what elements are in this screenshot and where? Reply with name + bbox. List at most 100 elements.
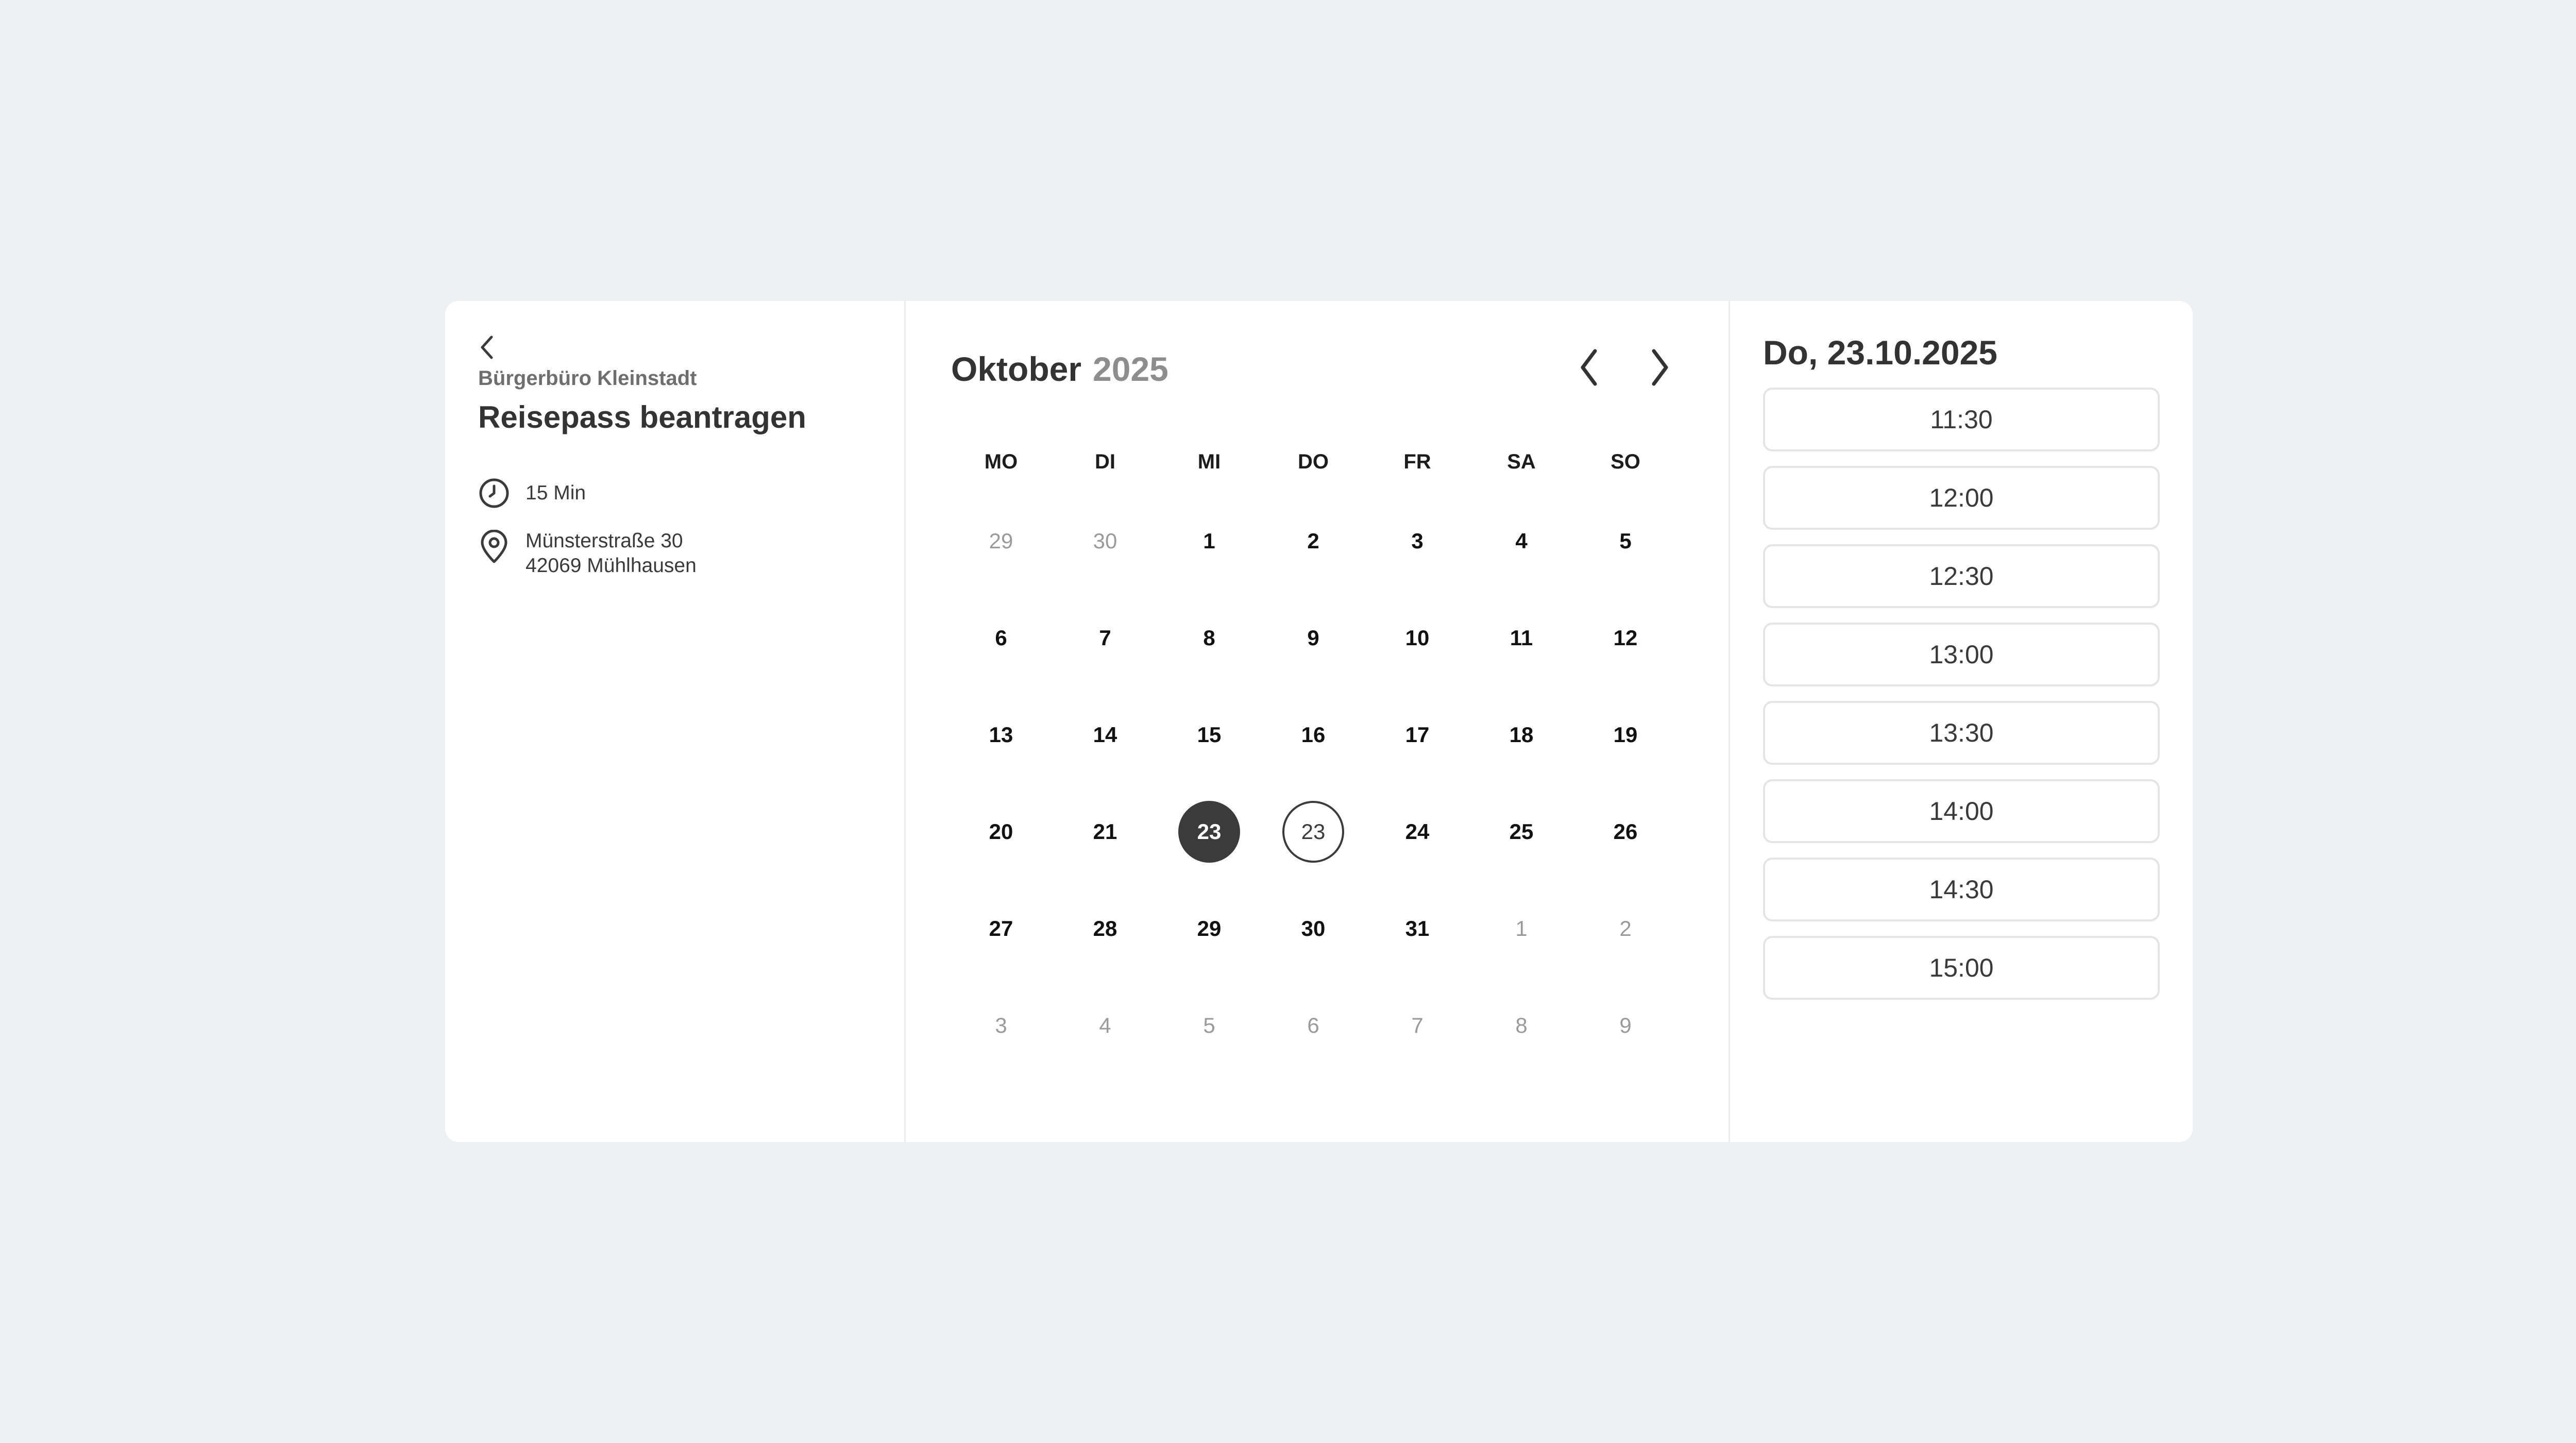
calendar-day-number: 7	[1099, 626, 1111, 650]
calendar-day[interactable]: 24	[1365, 783, 1469, 880]
calendar-day[interactable]: 20	[949, 783, 1053, 880]
calendar-day[interactable]: 17	[1365, 686, 1469, 783]
timeslot-button[interactable]: 12:30	[1763, 544, 2160, 608]
calendar-day[interactable]: 13	[949, 686, 1053, 783]
calendar-day-number: 3	[1411, 529, 1423, 553]
calendar-day[interactable]: 16	[1261, 686, 1365, 783]
calendar-day-number: 2	[1307, 529, 1319, 553]
calendar-day-number: 11	[1510, 626, 1533, 650]
calendar-day-number: 23	[1178, 801, 1240, 863]
chevron-right-icon	[1652, 349, 1668, 386]
timeslot-list: 11:30 12:00 12:30 13:00 13:30 14:00 14:30 15:00	[1763, 388, 2160, 1000]
next-month-button[interactable]	[1636, 344, 1683, 391]
calendar-day[interactable]: 12	[1573, 590, 1677, 686]
calendar-day-today[interactable]: 23	[1261, 783, 1365, 880]
calendar-day[interactable]: 2	[1261, 493, 1365, 590]
calendar-day-number: 7	[1411, 1013, 1423, 1037]
calendar-day-number: 1	[1515, 916, 1528, 941]
timeslot-button[interactable]: 13:00	[1763, 623, 2160, 686]
calendar-grid: MO DI MI DO FR SA SO 29 30 1 2 3 4 5 6 7 8 9 10 11 12 13 14 15 1…	[949, 431, 1677, 1074]
calendar-day[interactable]: 29	[1157, 880, 1261, 977]
calendar-day-number: 8	[1203, 626, 1215, 650]
calendar-day[interactable]: 25	[1469, 783, 1573, 880]
calendar-day-number: 6	[1307, 1013, 1319, 1037]
calendar-day: 5	[1157, 977, 1261, 1074]
timeslot-panel: Do, 23.10.2025 11:30 12:00 12:30 13:00 13:30…	[1730, 301, 2193, 1142]
calendar-day-number: 18	[1509, 723, 1534, 747]
calendar-day-number: 20	[989, 819, 1013, 844]
weekday-header: SA	[1507, 450, 1536, 473]
calendar-day[interactable]: 4	[1469, 493, 1573, 590]
calendar-day[interactable]: 7	[1053, 590, 1157, 686]
chevron-left-icon	[481, 335, 493, 359]
calendar-day-number: 2	[1619, 916, 1632, 941]
timeslot-button[interactable]: 15:00	[1763, 936, 2160, 1000]
calendar-day-selected[interactable]: 23	[1157, 783, 1261, 880]
calendar-day-number: 29	[1197, 916, 1222, 941]
calendar-day-number: 6	[995, 626, 1007, 650]
calendar-day[interactable]: 6	[949, 590, 1053, 686]
calendar-day[interactable]: 28	[1053, 880, 1157, 977]
weekday-header: MI	[1197, 450, 1221, 473]
timeslot-button[interactable]: 11:30	[1763, 388, 2160, 451]
address-city: 42069 Mühlhausen	[526, 555, 697, 577]
calendar-day[interactable]: 26	[1573, 783, 1677, 880]
calendar-day: 9	[1573, 977, 1677, 1074]
calendar-day-number: 1	[1203, 529, 1215, 553]
prev-month-button[interactable]	[1566, 344, 1613, 391]
calendar-day-number: 31	[1405, 916, 1430, 941]
clock-icon	[478, 477, 510, 509]
service-panel: Bürgerbüro Kleinstadt Reisepass beantrag…	[445, 301, 906, 1142]
calendar-day: 7	[1365, 977, 1469, 1074]
chevron-left-icon	[1581, 349, 1597, 386]
duration-row: 15 Min	[478, 477, 904, 509]
calendar-day-number: 28	[1093, 916, 1117, 941]
calendar-day[interactable]: 18	[1469, 686, 1573, 783]
calendar-day-number: 25	[1509, 819, 1534, 844]
calendar-day: 8	[1469, 977, 1573, 1074]
calendar-day-number: 9	[1307, 626, 1319, 650]
timeslot-button[interactable]: 13:30	[1763, 701, 2160, 765]
calendar-day-number: 5	[1203, 1013, 1215, 1037]
calendar-day-number: 29	[989, 529, 1013, 553]
calendar-panel: Oktober 2025 MO DI MI DO FR SA SO 29 30 1 2 3 4 5 6 7 8 9 1…	[906, 301, 1730, 1142]
calendar-day[interactable]: 21	[1053, 783, 1157, 880]
calendar-day[interactable]: 10	[1365, 590, 1469, 686]
map-pin-icon	[478, 530, 510, 564]
calendar-day-number: 27	[989, 916, 1013, 941]
calendar-day-number: 5	[1619, 529, 1632, 553]
calendar-day[interactable]: 27	[949, 880, 1053, 977]
calendar-day[interactable]: 11	[1469, 590, 1573, 686]
service-title: Reisepass beantragen	[478, 400, 806, 434]
calendar-day-number: 30	[1093, 529, 1117, 553]
calendar-day[interactable]: 19	[1573, 686, 1677, 783]
timeslot-button[interactable]: 12:00	[1763, 466, 2160, 530]
calendar-day[interactable]: 5	[1573, 493, 1677, 590]
booking-card: Bürgerbüro Kleinstadt Reisepass beantrag…	[445, 301, 2193, 1142]
calendar-day-number: 16	[1301, 723, 1326, 747]
calendar-day: 4	[1053, 977, 1157, 1074]
calendar-day-number: 17	[1405, 723, 1430, 747]
calendar-day-number: 21	[1093, 819, 1117, 844]
weekday-header: DO	[1298, 450, 1329, 473]
calendar-day[interactable]: 1	[1157, 493, 1261, 590]
calendar-day[interactable]: 15	[1157, 686, 1261, 783]
address-street: Münsterstraße 30	[526, 530, 683, 552]
calendar-day[interactable]: 8	[1157, 590, 1261, 686]
calendar-day-number: 9	[1619, 1013, 1632, 1037]
calendar-day[interactable]: 31	[1365, 880, 1469, 977]
calendar-day[interactable]: 9	[1261, 590, 1365, 686]
calendar-month: Oktober	[951, 350, 1082, 388]
calendar-day[interactable]: 14	[1053, 686, 1157, 783]
address-row: Münsterstraße 30 42069 Mühlhausen	[478, 530, 904, 578]
calendar-day[interactable]: 30	[1261, 880, 1365, 977]
timeslot-button[interactable]: 14:00	[1763, 779, 2160, 843]
timeslot-button[interactable]: 14:30	[1763, 858, 2160, 921]
selected-date-title: Do, 23.10.2025	[1763, 333, 1997, 372]
calendar-day[interactable]: 3	[1365, 493, 1469, 590]
calendar-day: 29	[949, 493, 1053, 590]
calendar-day: 6	[1261, 977, 1365, 1074]
calendar-day-number: 19	[1613, 723, 1638, 747]
calendar-day-number: 15	[1197, 723, 1222, 747]
back-button[interactable]	[472, 332, 503, 363]
